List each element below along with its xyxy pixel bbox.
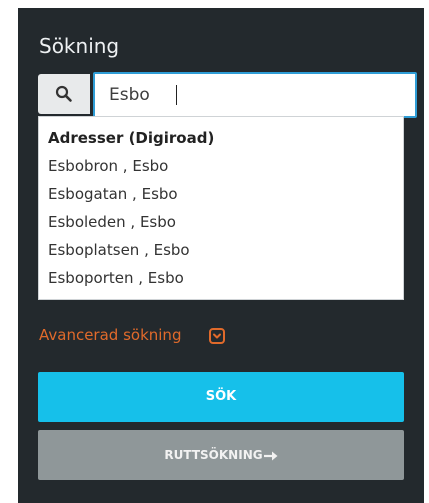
search-panel: Sökning Adresser (Digiroad) Esbobron , E… [18, 8, 424, 503]
search-button[interactable] [38, 74, 90, 114]
suggestion-item[interactable]: Esboporten , Esbo [48, 269, 184, 287]
advanced-search-link[interactable]: Avancerad sökning [39, 326, 181, 344]
arrow-right-icon [263, 451, 278, 460]
suggestion-item[interactable]: Esbogatan , Esbo [48, 185, 178, 203]
suggestion-item[interactable]: Esboleden , Esbo [48, 213, 176, 231]
suggestion-list: Adresser (Digiroad) Esbobron , Esbo Esbo… [38, 116, 404, 300]
route-search-button[interactable]: RUTTSÖKNING [38, 430, 404, 480]
search-submit-button[interactable]: SÖK [38, 372, 404, 422]
route-search-label: RUTTSÖKNING [164, 448, 263, 462]
panel-title: Sökning [39, 34, 120, 58]
page: Sökning Adresser (Digiroad) Esbobron , E… [0, 0, 429, 503]
suggestion-item[interactable]: Esboplatsen , Esbo [48, 241, 190, 259]
chevron-down-box-icon[interactable] [209, 328, 225, 344]
search-input[interactable] [93, 72, 417, 118]
search-icon [55, 85, 72, 102]
search-row [38, 72, 417, 118]
text-caret [176, 85, 177, 105]
suggestion-item[interactable]: Esbobron , Esbo [48, 157, 168, 175]
suggestion-group-header: Adresser (Digiroad) [48, 129, 215, 147]
